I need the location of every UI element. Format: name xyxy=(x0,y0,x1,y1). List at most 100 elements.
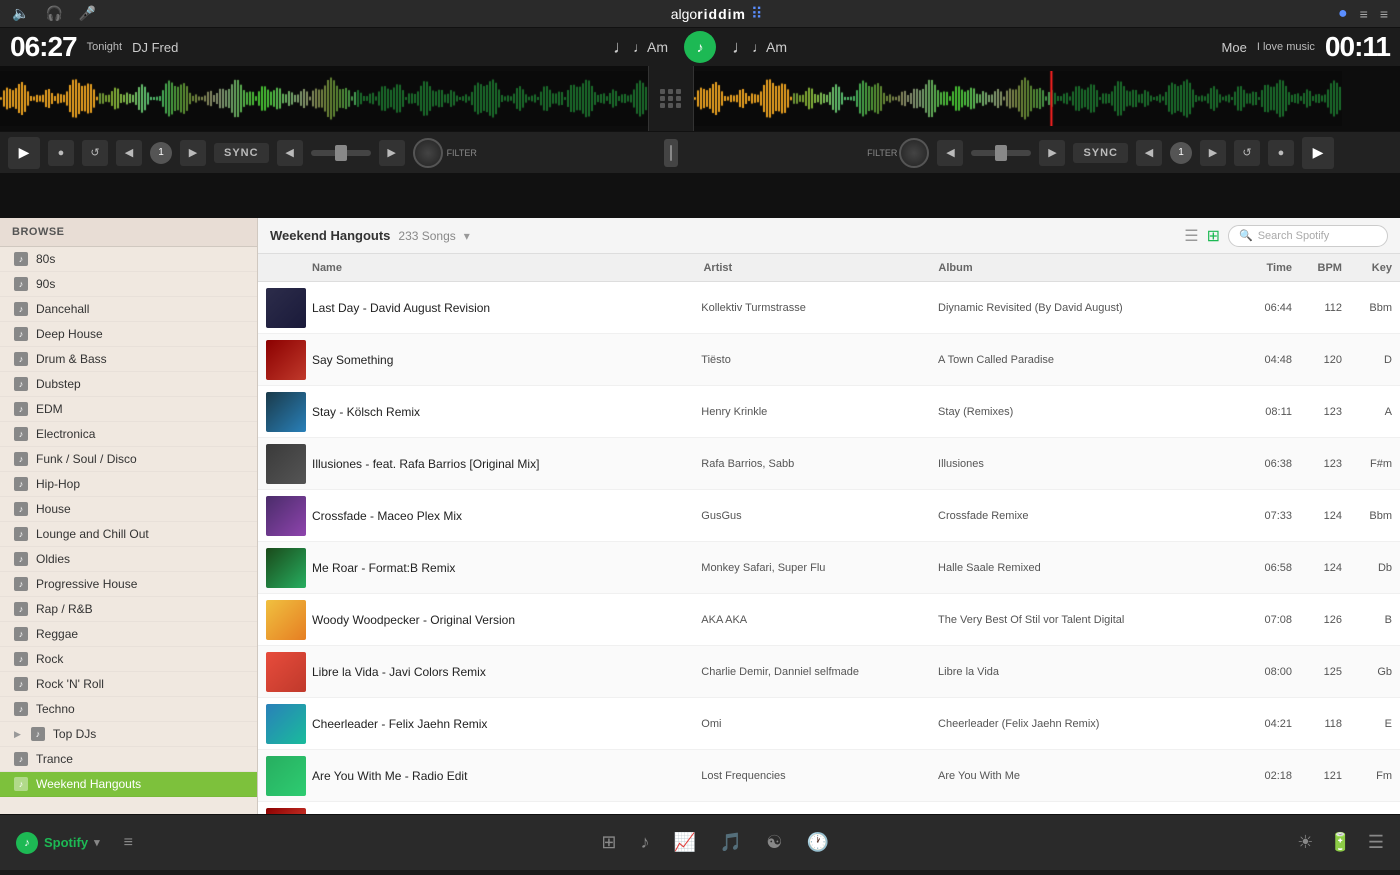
track-row[interactable]: Are You With Me - Radio Edit Lost Freque… xyxy=(258,750,1400,802)
sidebar-item-dubstep[interactable]: ♪Dubstep xyxy=(0,372,257,397)
loop-count-left[interactable]: 1 xyxy=(150,142,172,164)
cue-button-right[interactable]: ● xyxy=(1268,140,1294,166)
bottom-bar: ♪ Spotify ▾ ≡ ⊞ ♪ 📈 🎵 ☯ 🕐 ☀ 🔋 ☰ xyxy=(0,814,1400,870)
spotify-button[interactable]: ♪ xyxy=(684,31,716,63)
sidebar-item-drum-bass[interactable]: ♪Drum & Bass xyxy=(0,347,257,372)
pitch-left-left[interactable]: ◀ xyxy=(277,140,303,166)
prev-button-right[interactable]: ◀ xyxy=(1136,140,1162,166)
waveform-left[interactable] xyxy=(0,71,648,126)
track-thumbnail-image xyxy=(266,808,306,815)
sidebar-item-90s[interactable]: ♪90s xyxy=(0,272,257,297)
menu-icon-1[interactable]: ≡ xyxy=(1360,6,1368,22)
sidebar-item-electronica[interactable]: ♪Electronica xyxy=(0,422,257,447)
loop-count-right[interactable]: 1 xyxy=(1170,142,1192,164)
pitch-slider-right[interactable] xyxy=(971,150,1031,156)
mic-icon[interactable]: 🎤 xyxy=(79,5,96,22)
sidebar-item-rock-n-roll[interactable]: ♪Rock 'N' Roll xyxy=(0,672,257,697)
sync-button-left[interactable]: SYNC xyxy=(214,143,269,163)
sidebar-item-trance[interactable]: ♪Trance xyxy=(0,747,257,772)
track-artist: Henry Krinkle xyxy=(701,406,938,418)
pitch-right-left[interactable]: ▶ xyxy=(379,140,405,166)
col-header-bpm[interactable]: BPM xyxy=(1292,262,1342,274)
track-thumb xyxy=(266,288,306,328)
prev-button-left[interactable]: ◀ xyxy=(116,140,142,166)
sidebar-item-funk-soul-disco[interactable]: ♪Funk / Soul / Disco xyxy=(0,447,257,472)
filter-knob-right[interactable] xyxy=(899,138,929,168)
track-row[interactable]: Cheerleader - Felix Jaehn Remix Omi Chee… xyxy=(258,698,1400,750)
headphones-icon[interactable]: 🎧 xyxy=(45,5,62,22)
track-row[interactable]: Illusiones - feat. Rafa Barrios [Origina… xyxy=(258,438,1400,490)
sidebar-item-rap-rnb[interactable]: ♪Rap / R&B xyxy=(0,597,257,622)
waveform-right[interactable] xyxy=(694,71,1342,126)
sidebar-item-edm[interactable]: ♪EDM xyxy=(0,397,257,422)
spotify-bottom[interactable]: ♪ Spotify ▾ xyxy=(16,832,100,854)
sidebar-item-house[interactable]: ♪House xyxy=(0,497,257,522)
spotify-label: Spotify xyxy=(44,835,88,850)
play-button-left[interactable]: ▶ xyxy=(8,137,40,169)
deck-area: 06:27 Tonight DJ Fred ♩♩Am ♪ ♩♩Am Moe I … xyxy=(0,28,1400,218)
status-icon[interactable]: ● xyxy=(1338,5,1348,23)
volume-icon[interactable]: 🔈 xyxy=(12,5,29,22)
track-row[interactable]: Crossfade - Maceo Plex Mix GusGus Crossf… xyxy=(258,490,1400,542)
menu-icon-2[interactable]: ≡ xyxy=(1380,6,1388,22)
dropdown-arrow[interactable]: ▾ xyxy=(464,229,470,243)
col-header-key[interactable]: Key xyxy=(1342,262,1392,274)
bottom-icon-chart[interactable]: 📈 xyxy=(673,832,695,853)
play-button-right[interactable]: ▶ xyxy=(1302,137,1334,169)
track-name: Crossfade - Maceo Plex Mix xyxy=(312,509,701,523)
sidebar-item-top-djs[interactable]: ▶♪Top DJs xyxy=(0,722,257,747)
track-key: Bbm xyxy=(1342,510,1392,522)
col-header-time[interactable]: Time xyxy=(1232,262,1292,274)
sidebar-item-lounge-chill[interactable]: ♪Lounge and Chill Out xyxy=(0,522,257,547)
pitch-left-right[interactable]: ◀ xyxy=(937,140,963,166)
sidebar-item-techno[interactable]: ♪Techno xyxy=(0,697,257,722)
list-view-icon[interactable]: ☰ xyxy=(1184,226,1198,246)
waveform-center-button[interactable] xyxy=(648,66,694,131)
sidebar-item-oldies[interactable]: ♪Oldies xyxy=(0,547,257,572)
track-row[interactable]: Say Something Tiësto A Town Called Parad… xyxy=(258,334,1400,386)
bottom-icon-grid[interactable]: ⊞ xyxy=(601,832,616,853)
sidebar-item-dancehall[interactable]: ♪Dancehall xyxy=(0,297,257,322)
col-header-artist[interactable]: Artist xyxy=(703,262,938,274)
pitch-right-right[interactable]: ▶ xyxy=(1039,140,1065,166)
sidebar-item-deep-house[interactable]: ♪Deep House xyxy=(0,322,257,347)
sidebar-item-reggae[interactable]: ♪Reggae xyxy=(0,622,257,647)
track-row[interactable]: Last Day - David August Revision Kollekt… xyxy=(258,282,1400,334)
col-header-name[interactable]: Name xyxy=(312,262,703,274)
pitch-thumb-left xyxy=(335,145,347,161)
playlist-sort-icon[interactable]: ≡ xyxy=(124,834,133,852)
bottom-icon-music[interactable]: 🎵 xyxy=(720,832,742,853)
sidebar-item-icon-trance: ♪ xyxy=(14,752,28,766)
loop-button-left[interactable]: ↺ xyxy=(82,140,108,166)
brightness-icon[interactable]: ☀ xyxy=(1297,832,1313,853)
next-button-right[interactable]: ▶ xyxy=(1200,140,1226,166)
bottom-icon-note[interactable]: ♪ xyxy=(640,832,649,853)
bottom-icon-loop[interactable]: ☯ xyxy=(766,832,782,853)
pitch-slider-left[interactable] xyxy=(311,150,371,156)
grid-view-icon[interactable]: ⊞ xyxy=(1207,226,1220,246)
bottom-icon-clock[interactable]: 🕐 xyxy=(806,832,828,853)
search-spotify[interactable]: 🔍 Search Spotify xyxy=(1228,225,1388,247)
track-album: A Town Called Paradise xyxy=(938,354,1232,366)
track-row[interactable]: Walk This Way - Kant Remix (Club Version… xyxy=(258,802,1400,814)
track-row[interactable]: Woody Woodpecker - Original Version AKA … xyxy=(258,594,1400,646)
menu-icon[interactable]: ☰ xyxy=(1368,832,1384,853)
sidebar-item-80s[interactable]: ♪80s xyxy=(0,247,257,272)
spotify-dropdown[interactable]: ▾ xyxy=(94,836,100,849)
sidebar-item-hip-hop[interactable]: ♪Hip-Hop xyxy=(0,472,257,497)
cue-button-left[interactable]: ● xyxy=(48,140,74,166)
track-row[interactable]: Me Roar - Format:B Remix Monkey Safari, … xyxy=(258,542,1400,594)
sidebar-item-rock[interactable]: ♪Rock xyxy=(0,647,257,672)
col-header-album[interactable]: Album xyxy=(938,262,1232,274)
track-row[interactable]: Libre la Vida - Javi Colors Remix Charli… xyxy=(258,646,1400,698)
filter-knob-left[interactable] xyxy=(413,138,443,168)
sidebar-item-progressive-house[interactable]: ♪Progressive House xyxy=(0,572,257,597)
next-button-left[interactable]: ▶ xyxy=(180,140,206,166)
sync-button-right[interactable]: SYNC xyxy=(1073,143,1128,163)
track-row[interactable]: Stay - Kölsch Remix Henry Krinkle Stay (… xyxy=(258,386,1400,438)
battery-icon[interactable]: 🔋 xyxy=(1329,832,1351,853)
crossfader-thumb[interactable] xyxy=(664,139,678,167)
loop-button-right[interactable]: ↺ xyxy=(1234,140,1260,166)
sidebar-item-weekend-hangouts[interactable]: ♪Weekend Hangouts xyxy=(0,772,257,797)
track-album: Libre la Vida xyxy=(938,666,1232,678)
